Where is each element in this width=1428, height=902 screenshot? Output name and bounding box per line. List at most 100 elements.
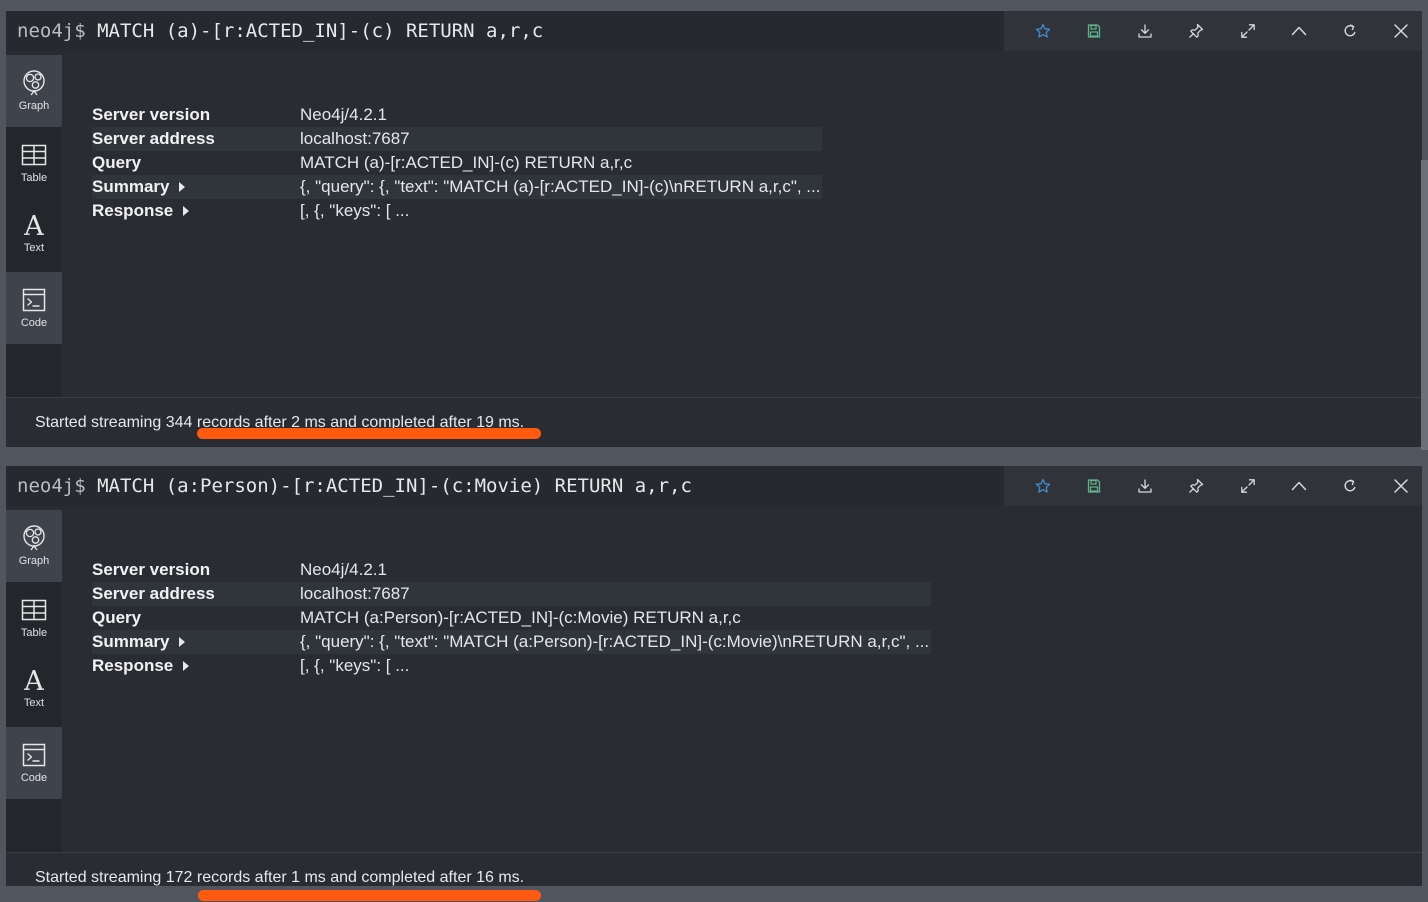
status-text: Started streaming 172 records after 1 ms…: [35, 869, 525, 886]
view-sidebar: Graph Table A Text Code: [6, 510, 62, 852]
result-frame-1: neo4j$ MATCH (a)-[r:ACTED_IN]-(c) RETURN…: [6, 11, 1422, 447]
meta-row-server-address: Server address localhost:7687: [92, 127, 823, 151]
expand-arrow-icon: [179, 636, 186, 647]
meta-value: [, {, "keys": [ ...: [300, 656, 410, 675]
pin-button[interactable]: [1176, 11, 1216, 51]
response-toggle[interactable]: Response: [92, 199, 300, 223]
pin-icon: [1189, 23, 1204, 38]
meta-table: Server version Neo4j/4.2.1 Server addres…: [92, 558, 932, 678]
table-icon: [21, 144, 47, 166]
collapse-button[interactable]: [1279, 11, 1319, 51]
meta-row-response[interactable]: Response [, {, "keys": [ ...: [92, 654, 931, 678]
response-toggle[interactable]: Response: [92, 654, 300, 678]
rerun-button[interactable]: [1330, 466, 1370, 506]
collapse-icon: [1291, 26, 1307, 36]
close-button[interactable]: [1381, 11, 1421, 51]
meta-key: Server version: [92, 105, 211, 124]
rerun-button[interactable]: [1330, 11, 1370, 51]
meta-row-summary[interactable]: Summary {, "query": {, "text": "MATCH (a…: [92, 175, 823, 199]
export-button[interactable]: [1125, 11, 1165, 51]
export-button[interactable]: [1125, 466, 1165, 506]
save-button[interactable]: [1074, 466, 1114, 506]
favorite-button[interactable]: [1023, 466, 1063, 506]
meta-key: Server address: [92, 582, 300, 606]
meta-key: Response: [92, 656, 174, 675]
tab-label: Graph: [18, 100, 50, 112]
query-text: MATCH (a)-[r:ACTED_IN]-(c) RETURN a,r,c: [97, 20, 544, 42]
star-icon: [1035, 23, 1051, 38]
meta-row-query: Query MATCH (a)-[r:ACTED_IN]-(c) RETURN …: [92, 151, 822, 175]
meta-row-server-address: Server address localhost:7687: [92, 582, 932, 606]
highlight-underline: [198, 890, 541, 901]
summary-toggle[interactable]: Summary: [92, 630, 300, 654]
tab-graph[interactable]: Graph: [6, 55, 62, 127]
meta-key: Query: [92, 153, 142, 172]
meta-key: Query: [92, 608, 142, 627]
meta-row-response[interactable]: Response [, {, "keys": [ ...: [92, 199, 822, 223]
tab-graph[interactable]: Graph: [6, 510, 62, 582]
meta-value: [, {, "keys": [ ...: [300, 201, 410, 220]
expand-arrow-icon: [183, 660, 190, 671]
frame-header: neo4j$ MATCH (a)-[r:ACTED_IN]-(c) RETURN…: [6, 11, 1422, 51]
collapse-button[interactable]: [1279, 466, 1319, 506]
save-button[interactable]: [1074, 11, 1114, 51]
code-icon: [22, 288, 46, 312]
save-icon: [1087, 479, 1101, 493]
expand-icon: [1241, 24, 1255, 38]
expand-arrow-icon: [179, 181, 186, 192]
meta-value: {, "query": {, "text": "MATCH (a)-[r:ACT…: [300, 175, 823, 199]
meta-key: Summary: [92, 632, 170, 651]
tab-code[interactable]: Code: [6, 272, 62, 344]
pin-button[interactable]: [1176, 466, 1216, 506]
fullscreen-button[interactable]: [1228, 466, 1268, 506]
rerun-icon: [1344, 24, 1356, 37]
meta-value: localhost:7687: [300, 582, 932, 606]
tab-label: Text: [23, 242, 45, 254]
tab-label: Code: [20, 317, 48, 329]
meta-row-server-version: Server version Neo4j/4.2.1: [92, 558, 931, 582]
pin-icon: [1189, 478, 1204, 493]
scrollbar[interactable]: [1421, 160, 1428, 450]
meta-value: MATCH (a)-[r:ACTED_IN]-(c) RETURN a,r,c: [300, 153, 633, 172]
query-editor[interactable]: neo4j$ MATCH (a:Person)-[r:ACTED_IN]-(c:…: [6, 466, 1004, 506]
meta-key: Response: [92, 201, 174, 220]
meta-row-server-version: Server version Neo4j/4.2.1: [92, 103, 822, 127]
rerun-icon: [1344, 479, 1356, 492]
code-icon: [22, 743, 46, 767]
graph-icon: [23, 70, 45, 96]
favorite-button[interactable]: [1023, 11, 1063, 51]
meta-key: Server address: [92, 127, 300, 151]
expand-icon: [1241, 479, 1255, 493]
tab-label: Graph: [18, 555, 50, 567]
meta-row-summary[interactable]: Summary {, "query": {, "text": "MATCH (a…: [92, 630, 932, 654]
summary-toggle[interactable]: Summary: [92, 175, 300, 199]
meta-row-query: Query MATCH (a:Person)-[r:ACTED_IN]-(c:M…: [92, 606, 931, 630]
tab-table[interactable]: Table: [6, 582, 62, 652]
tab-text[interactable]: A Text: [6, 652, 62, 726]
tab-text[interactable]: A Text: [6, 197, 62, 271]
meta-key: Server version: [92, 560, 211, 579]
frame-header: neo4j$ MATCH (a:Person)-[r:ACTED_IN]-(c:…: [6, 466, 1422, 506]
fullscreen-button[interactable]: [1228, 11, 1268, 51]
save-icon: [1087, 24, 1101, 38]
tab-table[interactable]: Table: [6, 127, 62, 197]
table-icon: [21, 599, 47, 621]
text-icon: A: [23, 666, 44, 694]
graph-icon: [23, 525, 45, 551]
tab-label: Table: [20, 627, 48, 639]
meta-value: {, "query": {, "text": "MATCH (a:Person)…: [300, 630, 932, 654]
tab-label: Table: [20, 172, 48, 184]
close-button[interactable]: [1381, 466, 1421, 506]
meta-value: localhost:7687: [300, 127, 823, 151]
status-bar: Started streaming 172 records after 1 ms…: [6, 852, 1422, 886]
meta-key: Summary: [92, 177, 170, 196]
tab-code[interactable]: Code: [6, 727, 62, 799]
download-icon: [1138, 24, 1152, 38]
close-icon: [1394, 24, 1408, 38]
text-icon: A: [23, 211, 44, 239]
highlight-underline: [197, 428, 541, 439]
prompt-label: neo4j$: [17, 20, 86, 42]
close-icon: [1394, 479, 1408, 493]
query-editor[interactable]: neo4j$ MATCH (a)-[r:ACTED_IN]-(c) RETURN…: [6, 11, 1004, 51]
meta-value: Neo4j/4.2.1: [300, 560, 387, 579]
